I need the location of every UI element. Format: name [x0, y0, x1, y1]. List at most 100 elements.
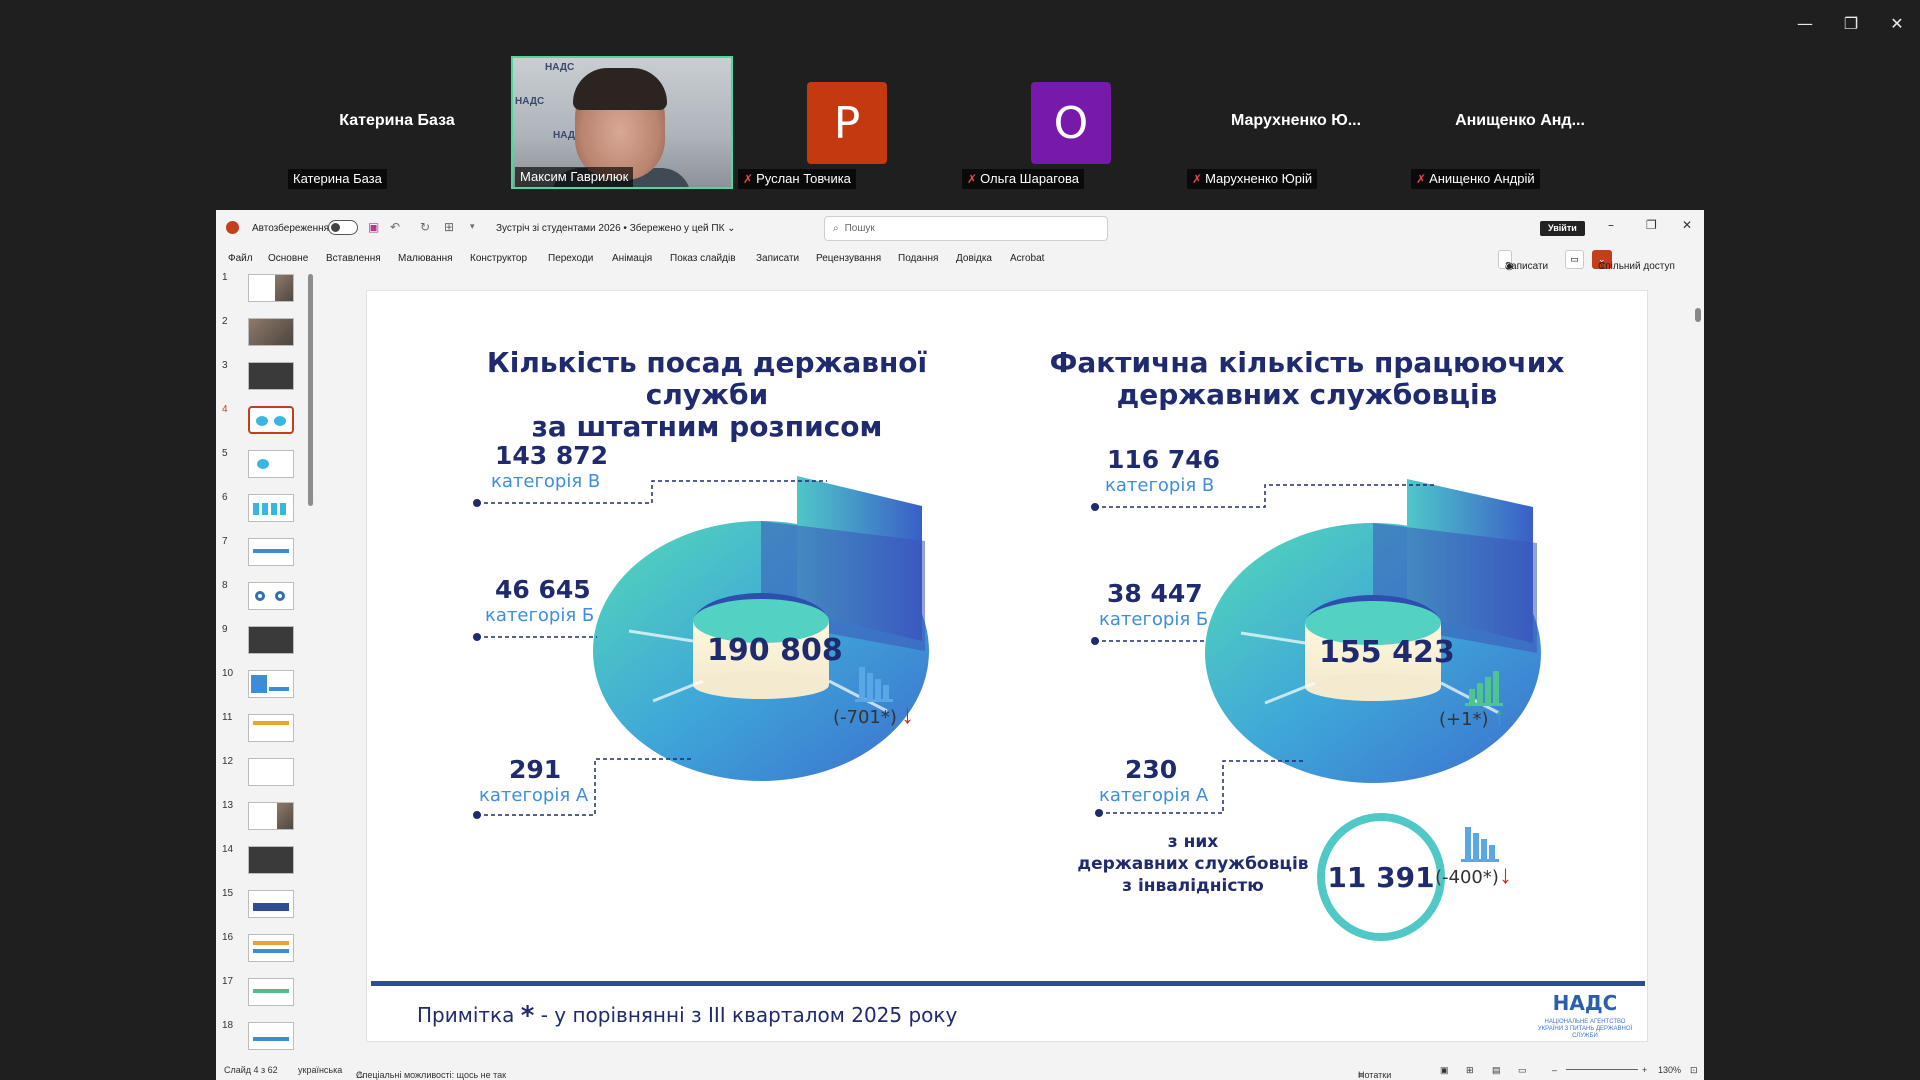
right-cat-a-label: категорія А: [1099, 785, 1209, 806]
zoom-in-icon[interactable]: +: [1642, 1065, 1647, 1075]
tab-slideshow[interactable]: Показ слайдів: [670, 253, 736, 264]
tab-insert[interactable]: Вставлення: [326, 253, 381, 264]
left-cat-a-label: категорія А: [479, 785, 589, 806]
participant-tile[interactable]: Марухненко Ю... ✗ Марухненко Юрій: [1185, 56, 1407, 189]
icon-bar: [1489, 845, 1495, 859]
thumbnail-slide[interactable]: 6: [222, 492, 302, 524]
participant-name: Анищенко Анд...: [1455, 112, 1585, 129]
restore-button[interactable]: ❐: [1828, 8, 1874, 38]
thumbnail-slide[interactable]: 15: [222, 888, 302, 920]
tab-record[interactable]: Записати: [756, 253, 799, 264]
record-button[interactable]: ◉ Записати: [1498, 250, 1548, 272]
normal-view-icon[interactable]: ▣: [1440, 1065, 1449, 1076]
thumbnail-slide-selected[interactable]: 4: [222, 404, 302, 436]
ribbon-tabs: Файл Основне Вставлення Малювання Констр…: [216, 246, 1704, 272]
participant-label-text: Марухненко Юрій: [1205, 171, 1313, 186]
accessibility-text: Спеціальні можливості: щось не так: [356, 1070, 507, 1080]
participant-tile[interactable]: P ✗ Руслан Товчика: [736, 56, 958, 189]
thumbnail-slide[interactable]: 17: [222, 976, 302, 1008]
tab-home[interactable]: Основне: [268, 253, 308, 264]
leader-dot: [1095, 809, 1103, 817]
undo-icon[interactable]: ↶: [390, 220, 400, 234]
slide-scroll-thumb[interactable]: [1695, 308, 1701, 322]
slide-number: 13: [222, 800, 234, 811]
thumbnail-slide[interactable]: 3: [222, 360, 302, 392]
thumbnail-slide[interactable]: 7: [222, 536, 302, 568]
disabled-caption-line: з них: [1167, 832, 1219, 852]
zoom-level[interactable]: 130%: [1658, 1065, 1681, 1075]
thumbnail-slide[interactable]: 12: [222, 756, 302, 788]
tab-acrobat[interactable]: Acrobat: [1010, 253, 1044, 264]
thumbnail-slide[interactable]: 5: [222, 448, 302, 480]
tab-file[interactable]: Файл: [228, 253, 253, 264]
zoom-out-icon[interactable]: –: [1552, 1065, 1557, 1075]
participant-tile[interactable]: O ✗ Ольга Шарагова: [960, 56, 1182, 189]
chart-decrease-icon: [1461, 827, 1499, 862]
participant-tile[interactable]: Анищенко Анд... ✗ Анищенко Андрій: [1409, 56, 1631, 189]
left-ring-core-bottom: [693, 671, 829, 699]
thumbnail-image: [248, 406, 294, 434]
reading-view-icon[interactable]: ▤: [1492, 1065, 1501, 1076]
tab-transitions[interactable]: Переходи: [548, 253, 593, 264]
tab-design[interactable]: Конструктор: [470, 253, 527, 264]
thumbnail-slide[interactable]: 16: [222, 932, 302, 964]
slide-number: 8: [222, 580, 228, 591]
thumbnail-slide[interactable]: 14: [222, 844, 302, 876]
thumbnail-slide[interactable]: 11: [222, 712, 302, 744]
record-label: Записати: [1505, 261, 1549, 272]
thumbnail-scrollbar[interactable]: [308, 274, 313, 506]
share-button[interactable]: ⇪ Спільний доступ ⌄: [1592, 250, 1675, 272]
autosave-toggle[interactable]: [328, 220, 358, 235]
thumbnail-slide[interactable]: 8: [222, 580, 302, 612]
participant-label: ✗ Ольга Шарагова: [962, 169, 1084, 189]
tab-draw[interactable]: Малювання: [398, 253, 453, 264]
thumbnail-slide[interactable]: 9: [222, 624, 302, 656]
slide-canvas: Кількість посад державної служби за штат…: [366, 290, 1648, 1042]
participant-tile[interactable]: Катерина База Катерина База: [286, 56, 508, 189]
slideshow-view-icon[interactable]: ▭: [1518, 1065, 1527, 1076]
fit-slide-icon[interactable]: ⊡: [1690, 1065, 1698, 1076]
thumbnail-slide[interactable]: 1: [222, 272, 302, 304]
footer-divider: [371, 981, 1645, 986]
language-indicator[interactable]: українська: [298, 1065, 342, 1075]
sign-in-button[interactable]: Увійти: [1540, 221, 1585, 236]
comment-icon[interactable]: ▭: [1565, 250, 1584, 269]
redo-icon[interactable]: ↻: [420, 220, 430, 234]
footnote: Примітка * - у порівнянні з ІІІ квартало…: [417, 1001, 957, 1031]
search-input[interactable]: Пошук: [845, 223, 875, 234]
left-cat-b-label: категорія В: [491, 471, 601, 492]
present-icon[interactable]: ⊞: [444, 220, 454, 234]
thumbnail-slide[interactable]: 2: [222, 316, 302, 348]
thumbnail-slide[interactable]: 10: [222, 668, 302, 700]
thumbnail-image: [248, 758, 294, 786]
document-title[interactable]: Зустріч зі студентами 2026 • Збережено у…: [496, 223, 736, 234]
close-button[interactable]: ✕: [1874, 8, 1920, 38]
tab-animations[interactable]: Анімація: [612, 253, 652, 264]
left-cat-a-value: 291: [509, 755, 562, 784]
ppt-close-icon[interactable]: ✕: [1682, 218, 1692, 232]
search-box[interactable]: ⌕ Пошук: [824, 216, 1108, 241]
arrow-up-icon: ↑: [1493, 701, 1506, 731]
save-icon[interactable]: ▣: [368, 220, 379, 234]
disabled-caption-line: державних службовців: [1077, 854, 1309, 874]
sorter-view-icon[interactable]: ⊞: [1466, 1065, 1474, 1076]
icon-bar: [1493, 671, 1499, 703]
tab-view[interactable]: Подання: [898, 253, 938, 264]
tab-review[interactable]: Рецензування: [816, 253, 881, 264]
slide-scrollbar[interactable]: [1694, 274, 1702, 1046]
ppt-minimize-icon[interactable]: –: [1608, 218, 1614, 232]
thumbnail-slide[interactable]: 13: [222, 800, 302, 832]
leader-dot: [473, 811, 481, 819]
thumbnail-slide[interactable]: 18: [222, 1020, 302, 1052]
participant-name: Катерина База: [339, 112, 455, 129]
video-person-hair: [573, 68, 667, 110]
ppt-restore-icon[interactable]: ❐: [1646, 218, 1657, 232]
minimize-button[interactable]: —: [1782, 8, 1828, 38]
arrow-down-icon: ↓: [901, 699, 914, 729]
tab-help[interactable]: Довідка: [956, 253, 992, 264]
zoom-slider[interactable]: [1566, 1069, 1638, 1070]
participant-video-tile[interactable]: НАДС НАДС НАДС Максим Гаврилюк: [511, 56, 733, 189]
slide-number: 6: [222, 492, 228, 503]
right-total-value: 155 423: [1319, 635, 1455, 670]
customize-toolbar-icon[interactable]: ▾: [470, 222, 475, 232]
